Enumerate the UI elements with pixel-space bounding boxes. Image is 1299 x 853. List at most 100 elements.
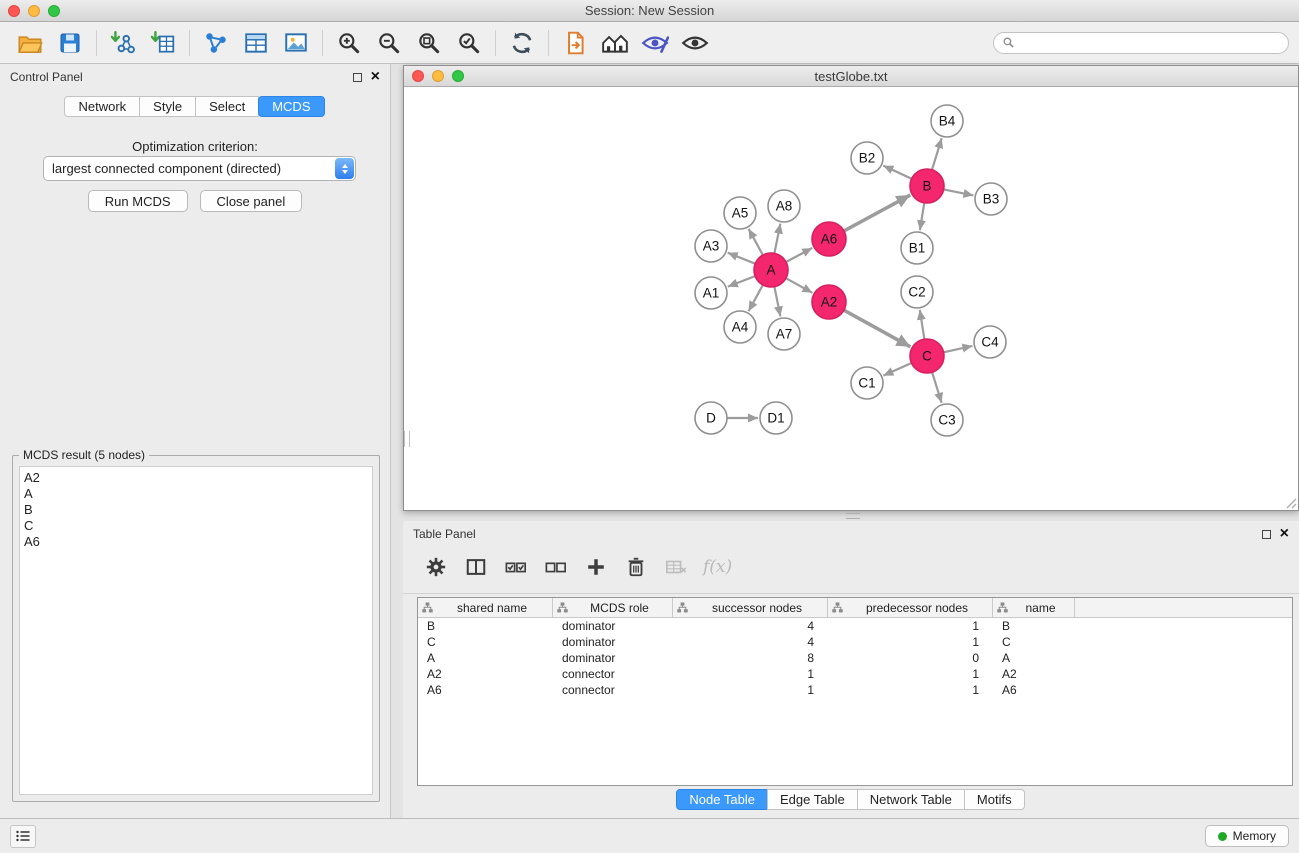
close-panel-button[interactable]: Close panel (200, 190, 303, 212)
column-header-predecessor-nodes[interactable]: predecessor nodes (828, 598, 993, 617)
tab-network[interactable]: Network (64, 96, 140, 117)
zoom-in-icon[interactable] (329, 26, 369, 60)
mcds-result-item[interactable]: A (24, 486, 372, 502)
graph-node-A4[interactable]: A4 (724, 311, 756, 343)
column-header-name[interactable]: name (993, 598, 1075, 617)
splitter-grip-icon[interactable] (404, 431, 410, 447)
edge-A2-C[interactable] (844, 310, 911, 347)
close-table-panel-icon[interactable]: × (1280, 528, 1289, 540)
graph-node-B2[interactable]: B2 (851, 142, 883, 174)
zoom-out-icon[interactable] (369, 26, 409, 60)
graph-node-B3[interactable]: B3 (975, 183, 1007, 215)
import-network-icon[interactable] (103, 26, 143, 60)
edge-A-A8[interactable] (774, 224, 780, 254)
graph-node-B1[interactable]: B1 (901, 232, 933, 264)
graph-node-A[interactable]: A (754, 253, 788, 287)
show-columns-icon[interactable] (463, 554, 489, 580)
table-row[interactable]: A2connector11A2 (418, 666, 1292, 682)
column-header-MCDS-role[interactable]: MCDS role (553, 598, 673, 617)
tab-network-table[interactable]: Network Table (857, 789, 965, 810)
add-column-icon[interactable] (583, 554, 609, 580)
deselect-all-columns-icon[interactable] (543, 554, 569, 580)
settings-icon[interactable] (423, 554, 449, 580)
table-row[interactable]: A6connector11A6 (418, 682, 1292, 698)
graph-node-D[interactable]: D (695, 402, 727, 434)
edge-A-A5[interactable] (749, 229, 763, 255)
import-table-icon[interactable] (143, 26, 183, 60)
graph-node-C1[interactable]: C1 (851, 367, 883, 399)
tab-node-table[interactable]: Node Table (676, 789, 768, 810)
column-header-successor-nodes[interactable]: successor nodes (673, 598, 828, 617)
graph-node-C4[interactable]: C4 (974, 326, 1006, 358)
graph-node-A5[interactable]: A5 (724, 197, 756, 229)
edge-A-A2[interactable] (786, 278, 813, 293)
select-all-columns-icon[interactable] (503, 554, 529, 580)
graph-node-C[interactable]: C (910, 339, 944, 373)
tab-style[interactable]: Style (139, 96, 196, 117)
edge-A-A4[interactable] (749, 285, 763, 311)
apply-layout-icon[interactable] (502, 26, 542, 60)
graph-node-C2[interactable]: C2 (901, 276, 933, 308)
memory-button[interactable]: Memory (1205, 825, 1289, 847)
table-row[interactable]: Bdominator41B (418, 618, 1292, 634)
graph-node-A6[interactable]: A6 (812, 222, 846, 256)
graph-node-A2[interactable]: A2 (812, 285, 846, 319)
close-window-button[interactable] (8, 5, 20, 17)
table-row[interactable]: Cdominator41C (418, 634, 1292, 650)
mcds-result-item[interactable]: A2 (24, 470, 372, 486)
tab-mcds[interactable]: MCDS (258, 96, 324, 117)
search-field[interactable] (993, 32, 1289, 54)
edge-C-C4[interactable] (944, 346, 973, 352)
graph-node-D1[interactable]: D1 (760, 402, 792, 434)
network-canvas[interactable]: B4 B2 B B3 A5 A8 A6 B1 A3 A C2 A1 A2 A4 A7 C4 C C1 C3 D D1 (404, 87, 1298, 510)
edge-C-C2[interactable] (920, 310, 925, 339)
float-panel-icon[interactable] (353, 73, 362, 82)
tab-motifs[interactable]: Motifs (964, 789, 1025, 810)
edge-A6-B[interactable] (844, 195, 910, 231)
close-panel-icon[interactable]: × (371, 71, 380, 83)
graph-node-A7[interactable]: A7 (768, 318, 800, 350)
criterion-select[interactable]: largest connected component (directed) (43, 156, 356, 181)
first-neighbors-icon[interactable] (595, 26, 635, 60)
float-table-panel-icon[interactable] (1262, 530, 1271, 539)
graph-node-C3[interactable]: C3 (931, 404, 963, 436)
run-mcds-button[interactable]: Run MCDS (88, 190, 188, 212)
edge-A-A7[interactable] (774, 287, 780, 317)
resize-grip-icon[interactable] (1283, 495, 1297, 509)
minimize-window-button[interactable] (28, 5, 40, 17)
graph-node-B[interactable]: B (910, 169, 944, 203)
duplicate-network-icon[interactable] (555, 26, 595, 60)
zoom-fit-icon[interactable] (409, 26, 449, 60)
task-history-button[interactable] (10, 825, 36, 848)
tab-select[interactable]: Select (195, 96, 259, 117)
graph-node-A3[interactable]: A3 (695, 230, 727, 262)
edge-B-B1[interactable] (920, 203, 924, 230)
mcds-result-item[interactable]: C (24, 518, 372, 534)
edge-B-B4[interactable] (932, 138, 942, 170)
edge-B-B2[interactable] (883, 166, 911, 179)
zoom-selected-icon[interactable] (449, 26, 489, 60)
graph-node-A8[interactable]: A8 (768, 190, 800, 222)
column-header-shared-name[interactable]: shared name (418, 598, 553, 617)
edge-A-A1[interactable] (728, 276, 755, 287)
maximize-window-button[interactable] (48, 5, 60, 17)
mcds-result-item[interactable]: B (24, 502, 372, 518)
graph-node-B4[interactable]: B4 (931, 105, 963, 137)
new-network-icon[interactable] (196, 26, 236, 60)
mcds-result-item[interactable]: A6 (24, 534, 372, 550)
new-table-icon[interactable] (236, 26, 276, 60)
edge-C-C3[interactable] (932, 372, 942, 403)
show-all-icon[interactable] (675, 26, 715, 60)
edge-B-B3[interactable] (944, 189, 974, 195)
edge-A-A3[interactable] (728, 253, 756, 264)
export-image-icon[interactable] (276, 26, 316, 60)
edge-C-C1[interactable] (883, 363, 911, 376)
save-session-icon[interactable] (50, 26, 90, 60)
open-session-icon[interactable] (10, 26, 50, 60)
graph-node-A1[interactable]: A1 (695, 277, 727, 309)
hide-selected-icon[interactable] (635, 26, 675, 60)
tab-edge-table[interactable]: Edge Table (767, 789, 858, 810)
search-input[interactable] (1020, 35, 1280, 51)
edge-A-A6[interactable] (786, 248, 812, 262)
table-row[interactable]: Adominator80A (418, 650, 1292, 666)
